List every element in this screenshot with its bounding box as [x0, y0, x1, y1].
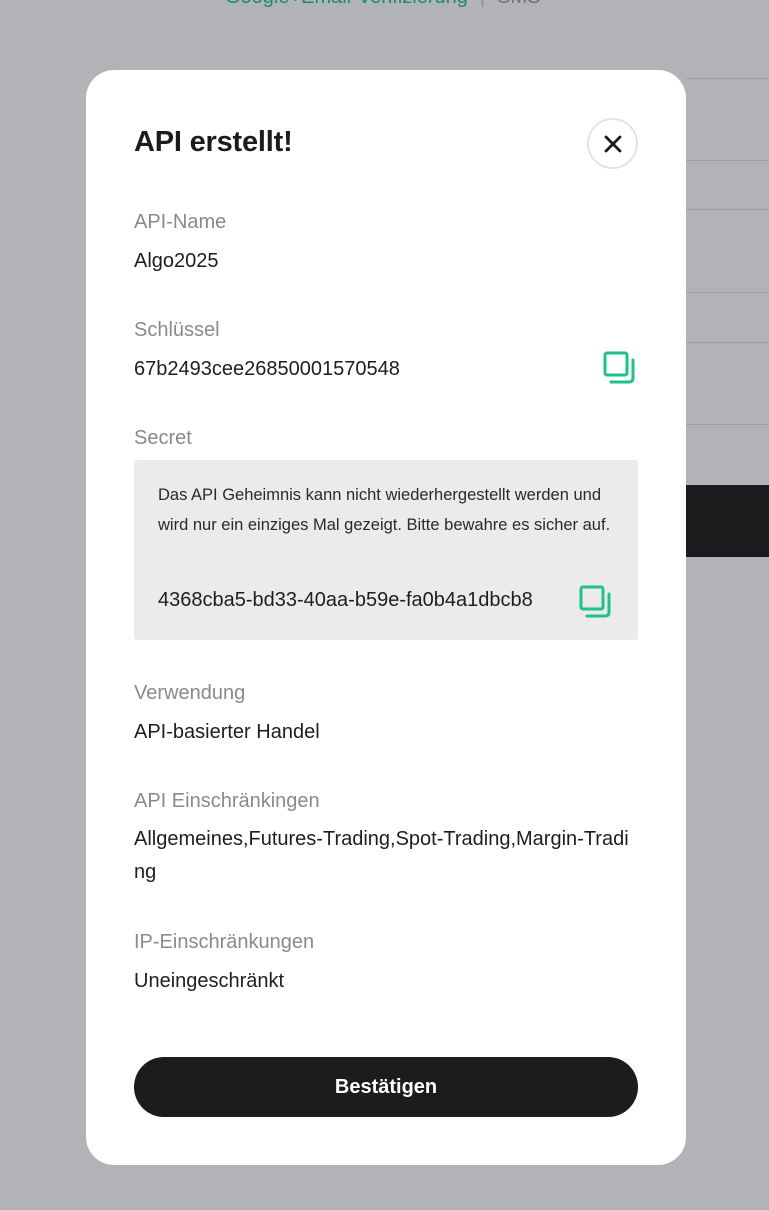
- api-created-modal: API erstellt! API-Name Algo2025 Schlüsse…: [86, 70, 686, 1165]
- background-button: [686, 485, 769, 557]
- secret-value: 4368cba5-bd33-40aa-b59e-fa0b4a1dbcb8: [158, 589, 533, 611]
- close-button[interactable]: [587, 118, 638, 169]
- close-icon: [604, 135, 621, 152]
- usage-value: API-basierter Handel: [134, 721, 320, 743]
- divider: [686, 342, 769, 343]
- divider: [686, 160, 769, 161]
- verification-tabs: Google+Email-Verifizierung | SMS: [225, 0, 540, 9]
- modal-title: API erstellt!: [134, 126, 293, 158]
- divider: [686, 209, 769, 210]
- ip-restrictions-label: IP-Einschränkungen: [134, 931, 315, 953]
- usage-label: Verwendung: [134, 682, 246, 704]
- key-label: Schlüssel: [134, 319, 220, 341]
- divider: [686, 292, 769, 293]
- api-name-label: API-Name: [134, 211, 227, 233]
- ip-restrictions-value: Uneingeschränkt: [134, 970, 285, 992]
- key-value: 67b2493cee26850001570548: [134, 358, 400, 380]
- api-restrictions-value: Allgemeines,Futures-Trading,Spot-Trading…: [134, 828, 629, 883]
- sms-tab: SMS: [497, 0, 540, 8]
- email-verification-tab: Google+Email-Verifizierung: [225, 0, 468, 8]
- divider: [686, 78, 769, 79]
- secret-box: Das API Geheimnis kann nicht wiederherge…: [134, 460, 638, 640]
- confirm-button[interactable]: Bestätigen: [134, 1057, 638, 1117]
- secret-warning-note: Das API Geheimnis kann nicht wiederherge…: [158, 486, 611, 534]
- api-restrictions-label: API Einschränkingen: [134, 790, 320, 812]
- secret-label: Secret: [134, 427, 192, 449]
- tab-separator: |: [480, 0, 485, 8]
- api-name-value: Algo2025: [134, 250, 219, 272]
- divider: [686, 424, 769, 425]
- copy-icon[interactable]: [578, 585, 612, 619]
- copy-icon[interactable]: [602, 351, 636, 385]
